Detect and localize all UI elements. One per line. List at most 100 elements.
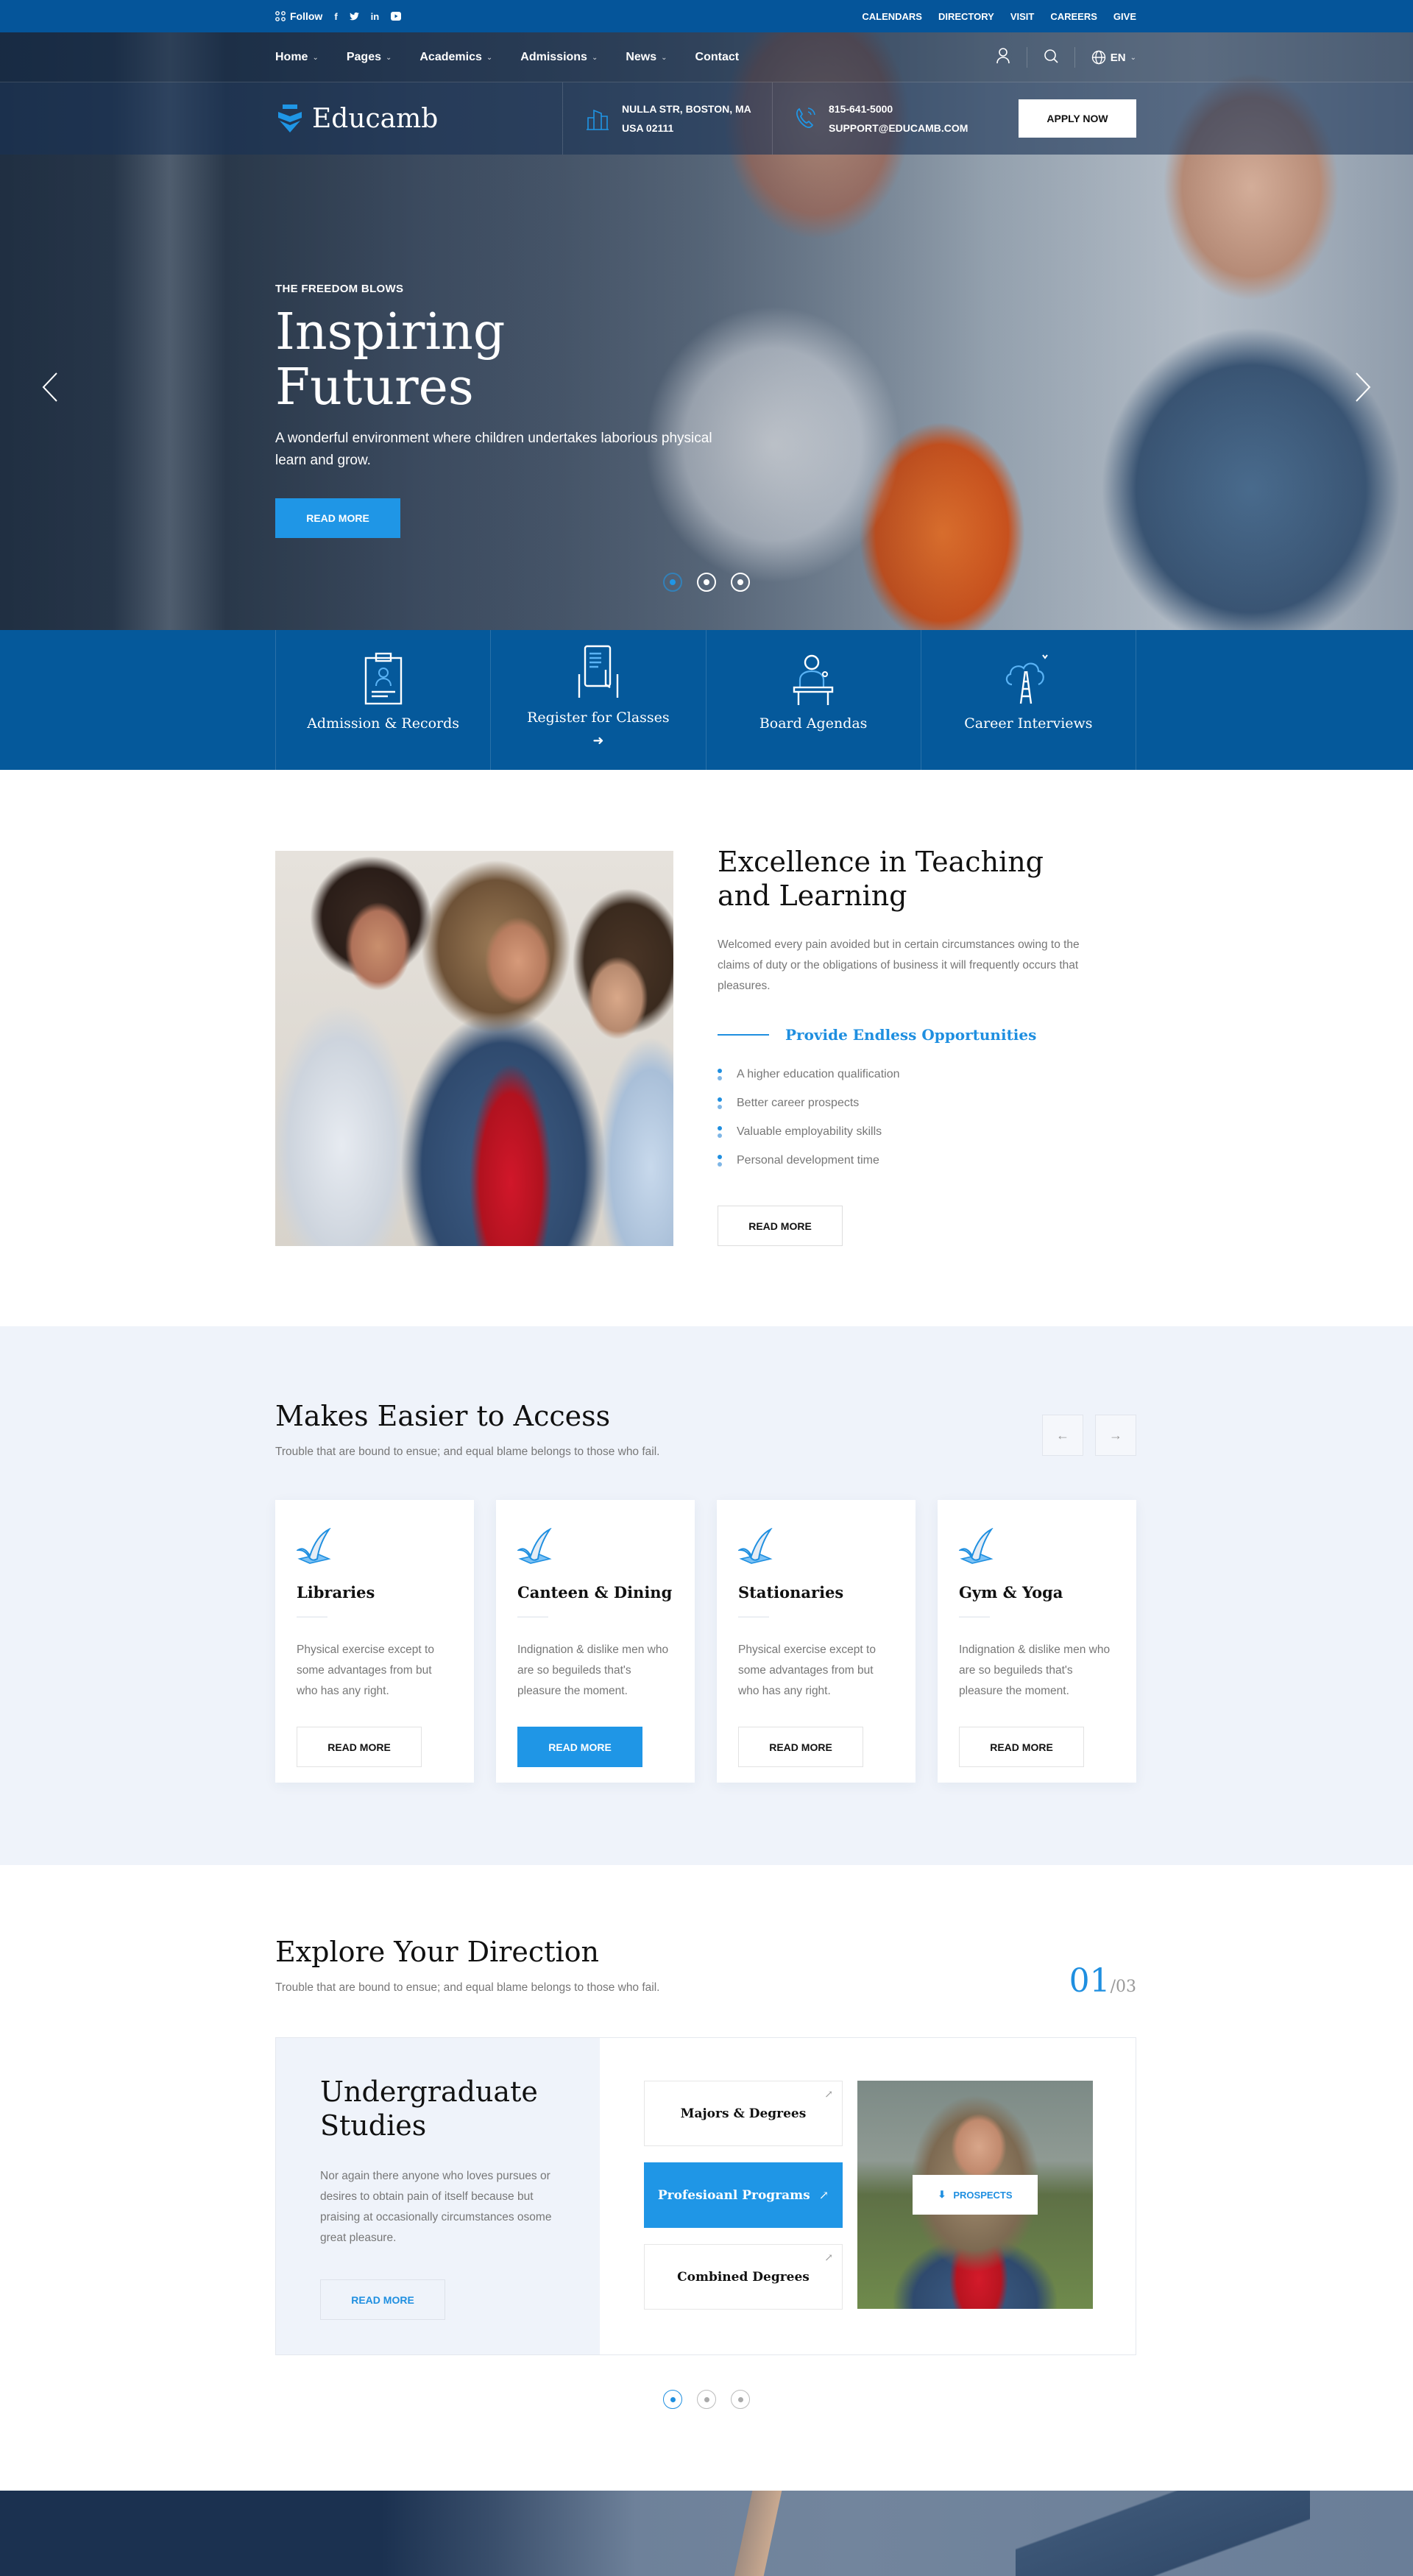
chevron-down-icon: ⌄	[312, 53, 319, 62]
list-item-text: Valuable employability skills	[737, 1125, 882, 1138]
explore-title: Explore Your Direction	[275, 1936, 599, 1968]
quick-link-register[interactable]: Register for Classes ➜	[491, 630, 706, 770]
explore-subtitle: Trouble that are bound to ensue; and equ…	[275, 1981, 660, 1994]
direction-dot-3[interactable]	[731, 2390, 750, 2409]
students-photo	[275, 851, 673, 1246]
bullet-icon	[718, 1125, 722, 1138]
option-majors-degrees[interactable]: Majors & Degrees ↗	[644, 2081, 843, 2146]
nav-item-academics[interactable]: Academics ⌄	[419, 51, 492, 64]
direction-read-more-button[interactable]: READ MORE	[320, 2279, 445, 2320]
facility-card-libraries: Libraries Physical exercise except to so…	[275, 1500, 474, 1783]
card-title: Canteen & Dining	[517, 1583, 673, 1602]
list-item-text: A higher education qualification	[737, 1067, 900, 1080]
option-label: Majors & Degrees	[680, 2106, 807, 2121]
language-label: EN	[1110, 51, 1126, 64]
facility-card-canteen: Canteen & Dining Indignation & dislike m…	[496, 1500, 695, 1783]
chevron-down-icon: ⌄	[661, 53, 667, 62]
clipboard-id-icon	[364, 652, 402, 705]
hero-read-more-button[interactable]: READ MORE	[275, 498, 400, 538]
language-selector[interactable]: EN ⌄	[1091, 50, 1136, 65]
top-link-careers[interactable]: CAREERS	[1050, 11, 1097, 22]
about-subheading: Provide Endless Opportunities	[718, 1026, 1086, 1044]
search-icon[interactable]	[1044, 49, 1058, 67]
list-item: Personal development time	[718, 1146, 1086, 1175]
prospects-button[interactable]: ⬇ PROSPECTS	[913, 2175, 1038, 2215]
student-photo: ⬇ PROSPECTS	[857, 2081, 1093, 2309]
benefits-list: A higher education qualification Better …	[718, 1060, 1086, 1175]
nav-label: News	[626, 51, 657, 63]
download-icon: ⬇	[938, 2189, 946, 2200]
user-icon[interactable]	[996, 47, 1010, 68]
nav-item-home[interactable]: Home ⌄	[275, 51, 319, 64]
bullet-icon	[718, 1068, 722, 1080]
phone-number[interactable]: 815-641-5000	[829, 99, 968, 118]
option-combined-degrees[interactable]: Combined Degrees ↗	[644, 2244, 843, 2310]
hero-prev-arrow[interactable]	[35, 365, 65, 409]
hero-dot-2[interactable]	[697, 573, 716, 592]
nav-item-contact[interactable]: Contact	[695, 51, 740, 64]
logo-icon	[278, 105, 302, 132]
quick-link-label: Admission & Records	[307, 715, 460, 732]
card-read-more-button[interactable]: READ MORE	[297, 1727, 422, 1767]
card-read-more-button[interactable]: READ MORE	[959, 1727, 1084, 1767]
card-read-more-button[interactable]: READ MORE	[738, 1727, 863, 1767]
support-email[interactable]: SUPPORT@EDUCAMB.COM	[829, 118, 968, 138]
card-read-more-button[interactable]: READ MORE	[517, 1727, 642, 1767]
list-item: A higher education qualification	[718, 1060, 1086, 1089]
address-line-1: NULLA STR, BOSTON, MA	[622, 103, 751, 115]
globe-icon	[1091, 50, 1105, 65]
quick-link-admission[interactable]: Admission & Records	[276, 630, 492, 770]
top-link-directory[interactable]: DIRECTORY	[938, 11, 994, 22]
direction-dot-2[interactable]	[697, 2390, 716, 2409]
title-underline	[738, 1616, 769, 1618]
top-link-calendars[interactable]: CALENDARS	[862, 11, 922, 22]
nav-item-admissions[interactable]: Admissions ⌄	[520, 51, 598, 64]
hero-dot-3[interactable]	[731, 573, 750, 592]
about-read-more-button[interactable]: READ MORE	[718, 1206, 843, 1246]
logo[interactable]: Educamb	[275, 103, 562, 134]
arrow-left-icon: ←	[1056, 1427, 1069, 1443]
bullet-icon	[718, 1154, 722, 1167]
about-title: Excellence in Teaching and Learning	[718, 846, 1044, 912]
speaker-podium-icon	[793, 654, 834, 705]
slide-counter: 01/03	[1069, 1962, 1136, 2000]
access-section: Makes Easier to Access Trouble that are …	[0, 1326, 1413, 1865]
about-paragraph: Welcomed every pain avoided but in certa…	[718, 938, 1080, 992]
carousel-prev-button[interactable]: ←	[1042, 1415, 1083, 1456]
top-bar: Follow f in CALENDARS DIRECTORY VISIT CA…	[0, 0, 1413, 32]
subheading-text: Provide Endless Opportunities	[785, 1026, 1037, 1044]
arrow-up-right-icon: ↗	[824, 2089, 833, 2101]
quick-link-career-interviews[interactable]: Career Interviews	[921, 630, 1136, 770]
arrow-up-right-icon: ↗	[824, 2252, 833, 2264]
quick-link-board-agendas[interactable]: Board Agendas	[706, 630, 921, 770]
apply-now-button[interactable]: APPLY NOW	[1019, 99, 1136, 138]
top-link-give[interactable]: GIVE	[1113, 11, 1136, 22]
nav-item-pages[interactable]: Pages ⌄	[347, 51, 392, 64]
option-professional-programs[interactable]: Profesioanl Programs ↗	[644, 2162, 843, 2228]
option-label: Combined Degrees	[677, 2269, 810, 2285]
counter-current: 01	[1069, 1962, 1111, 2000]
chevron-right-icon	[1356, 372, 1371, 402]
brand-name: Educamb	[312, 103, 439, 134]
hero-content: THE FREEDOM BLOWS Inspiring Futures A wo…	[275, 283, 717, 538]
carousel-next-button[interactable]: →	[1095, 1415, 1136, 1456]
direction-dot-1[interactable]	[663, 2390, 682, 2409]
hero-dot-1[interactable]	[663, 573, 682, 592]
nav-item-news[interactable]: News ⌄	[626, 51, 667, 64]
main-nav: Home ⌄ Pages ⌄ Academics ⌄ Admissions ⌄ News…	[0, 32, 1413, 82]
graduation-cap-shape	[1016, 2491, 1310, 2576]
youtube-icon[interactable]	[391, 12, 402, 21]
linkedin-icon[interactable]: in	[371, 11, 380, 22]
share-icon	[275, 11, 286, 21]
twitter-icon[interactable]	[349, 12, 359, 21]
quick-links-band: Admission & Records Register for Classes…	[0, 630, 1413, 770]
hero-next-arrow[interactable]	[1348, 365, 1378, 409]
program-options: Majors & Degrees ↗ Profesioanl Programs ↗ …	[644, 2081, 843, 2354]
direction-options: Majors & Degrees ↗ Profesioanl Programs ↗ …	[600, 2038, 1136, 2354]
top-links: CALENDARS DIRECTORY VISIT CAREERS GIVE	[862, 11, 1136, 22]
facebook-icon[interactable]: f	[334, 11, 337, 22]
nav-label: Admissions	[520, 51, 587, 63]
card-title: Gym & Yoga	[959, 1583, 1063, 1602]
title-underline	[517, 1616, 548, 1618]
top-link-visit[interactable]: VISIT	[1010, 11, 1035, 22]
